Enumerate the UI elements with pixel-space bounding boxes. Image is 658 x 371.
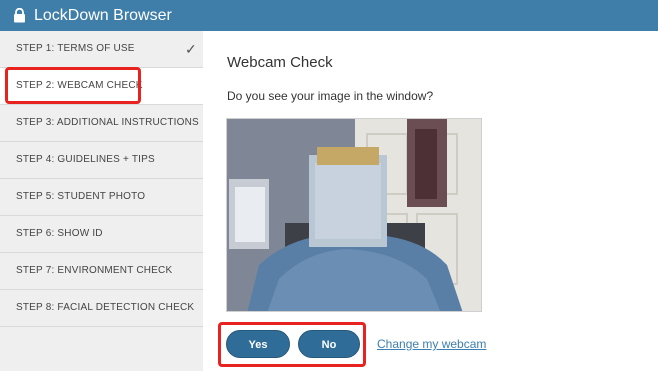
- sidebar-step-terms-of-use[interactable]: STEP 1: TERMS OF USE ✓: [0, 31, 203, 68]
- lock-icon: [14, 8, 25, 23]
- page-title: Webcam Check: [227, 54, 333, 71]
- sidebar-step-environment-check[interactable]: STEP 7: ENVIRONMENT CHECK: [0, 253, 203, 290]
- sidebar-step-additional-instructions[interactable]: STEP 3: ADDITIONAL INSTRUCTIONS: [0, 105, 203, 142]
- yes-button[interactable]: Yes: [226, 330, 290, 358]
- webcam-preview: [226, 118, 482, 312]
- step-label: STEP 6: SHOW ID: [16, 228, 103, 239]
- step-label: STEP 3: ADDITIONAL INSTRUCTIONS: [16, 117, 199, 128]
- sidebar-step-facial-detection-check[interactable]: STEP 8: FACIAL DETECTION CHECK: [0, 290, 203, 327]
- webcam-image: [227, 119, 481, 311]
- step-label: STEP 7: ENVIRONMENT CHECK: [16, 265, 173, 276]
- sidebar-step-guidelines-tips[interactable]: STEP 4: GUIDELINES + TIPS: [0, 142, 203, 179]
- checkmark-icon: ✓: [185, 41, 197, 57]
- sidebar-step-show-id[interactable]: STEP 6: SHOW ID: [0, 216, 203, 253]
- step-label: STEP 1: TERMS OF USE: [16, 43, 135, 54]
- title-bar: LockDown Browser: [0, 0, 658, 31]
- sidebar-step-student-photo[interactable]: STEP 5: STUDENT PHOTO: [0, 179, 203, 216]
- step-label: STEP 5: STUDENT PHOTO: [16, 191, 146, 202]
- step-label: STEP 4: GUIDELINES + TIPS: [16, 154, 155, 165]
- no-button[interactable]: No: [298, 330, 360, 358]
- highlight-box-step: [5, 67, 141, 104]
- webcam-question: Do you see your image in the window?: [227, 89, 434, 103]
- step-label: STEP 8: FACIAL DETECTION CHECK: [16, 302, 195, 313]
- change-webcam-link[interactable]: Change my webcam: [377, 337, 486, 351]
- app-title: LockDown Browser: [34, 7, 172, 24]
